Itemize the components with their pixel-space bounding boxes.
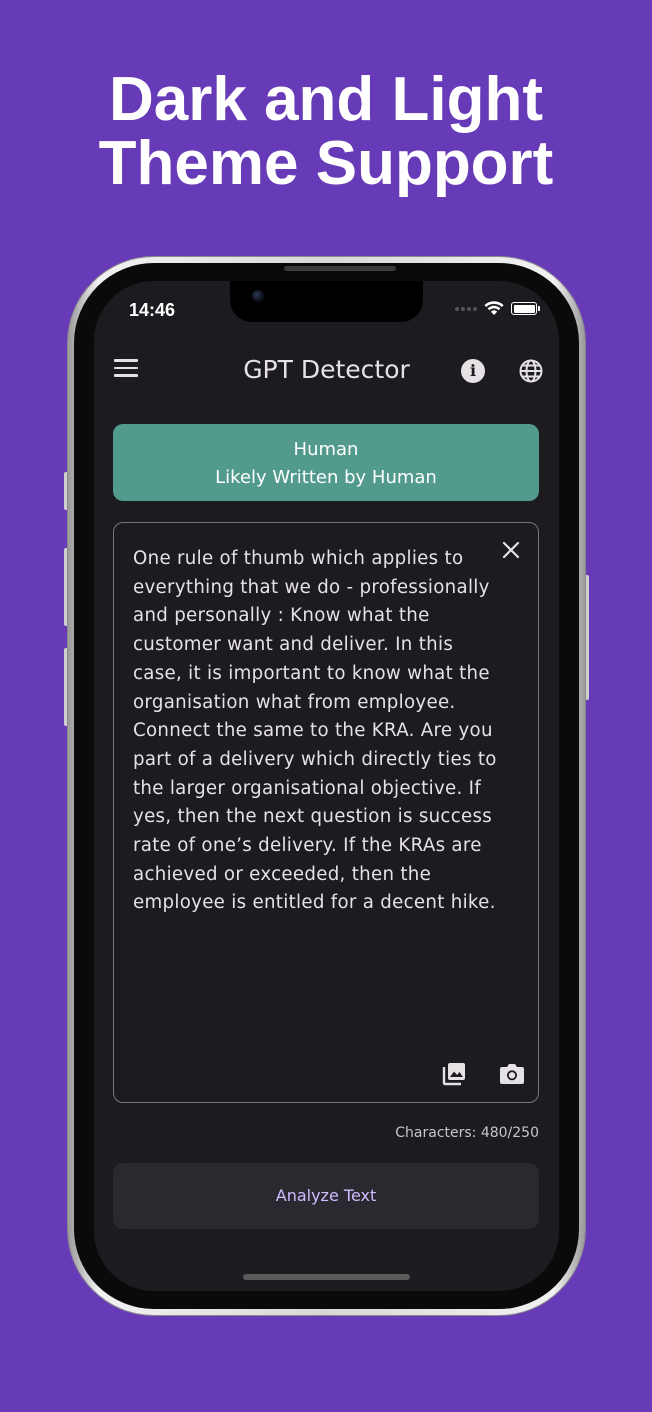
wifi-icon bbox=[484, 301, 504, 315]
phone-screen: 14:46 GPT Detector i Human Likely Writte… bbox=[94, 281, 559, 1291]
character-count: Characters: 480/250 bbox=[395, 1125, 539, 1141]
analyze-text-button[interactable]: Analyze Text bbox=[113, 1163, 539, 1229]
close-icon[interactable] bbox=[500, 539, 522, 561]
front-camera bbox=[252, 290, 264, 302]
phone-speaker bbox=[284, 266, 396, 271]
notch bbox=[230, 281, 423, 322]
app-bar: GPT Detector i bbox=[94, 349, 559, 393]
globe-icon[interactable] bbox=[518, 358, 544, 384]
input-text[interactable]: One rule of thumb which applies to every… bbox=[133, 545, 503, 918]
battery-icon bbox=[511, 302, 540, 315]
result-description: Likely Written by Human bbox=[215, 467, 437, 488]
status-icons bbox=[455, 301, 540, 316]
app-title: GPT Detector bbox=[243, 355, 410, 384]
result-label: Human bbox=[293, 439, 359, 460]
text-input-area[interactable]: One rule of thumb which applies to every… bbox=[113, 522, 539, 1103]
promo-title-line-2: Theme Support bbox=[98, 129, 554, 198]
camera-icon[interactable] bbox=[499, 1062, 525, 1086]
status-time: 14:46 bbox=[129, 300, 176, 320]
gallery-icon[interactable] bbox=[441, 1061, 467, 1087]
result-card: Human Likely Written by Human bbox=[113, 424, 539, 501]
promo-title-line-1: Dark and Light bbox=[108, 65, 544, 134]
home-indicator bbox=[243, 1274, 410, 1280]
info-icon[interactable]: i bbox=[461, 359, 485, 383]
signal-icon bbox=[455, 306, 477, 311]
promo-title: Dark and Light Theme Support bbox=[0, 68, 652, 196]
